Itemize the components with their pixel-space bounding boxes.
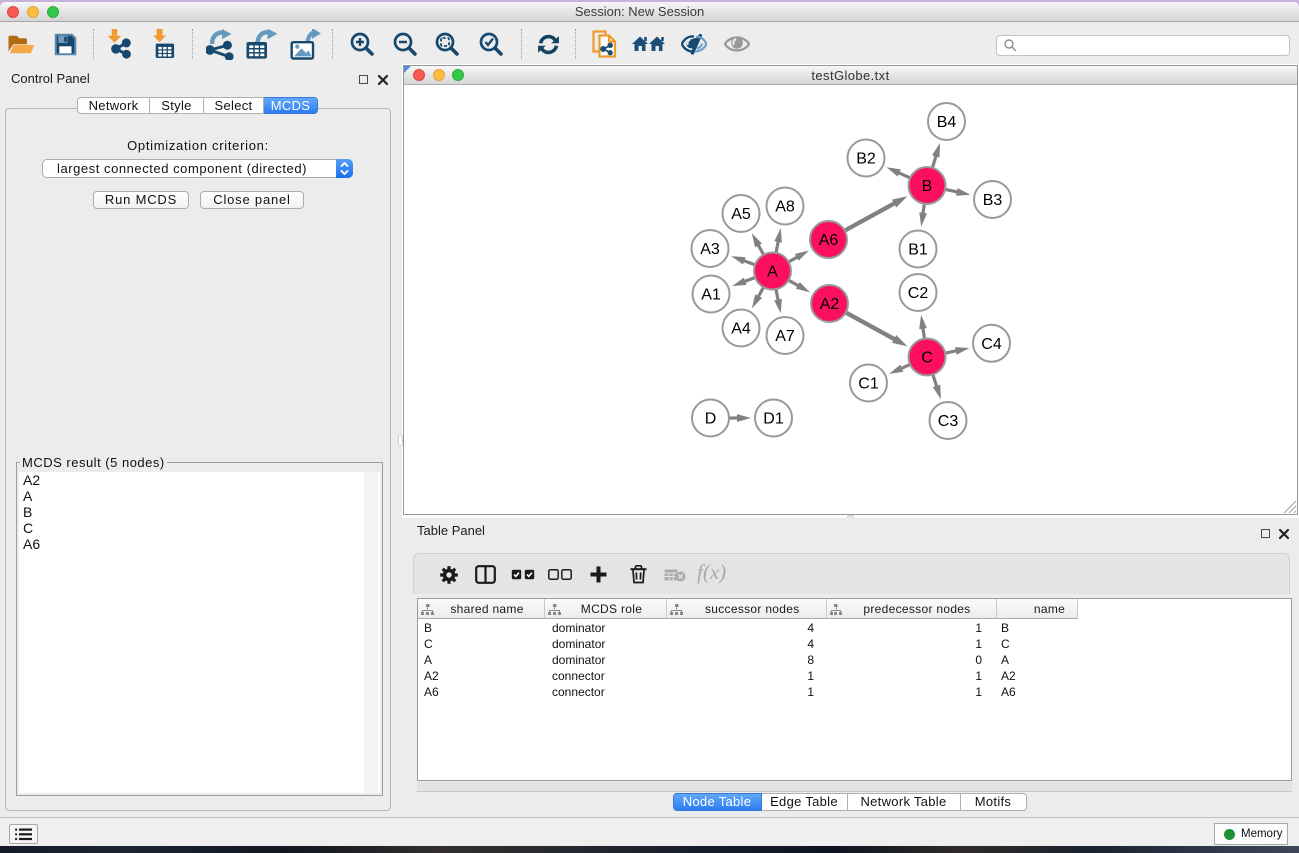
svg-text:B2: B2 — [856, 150, 876, 167]
svg-text:A5: A5 — [731, 206, 751, 223]
svg-text:A7: A7 — [775, 328, 795, 345]
svg-text:A3: A3 — [700, 241, 720, 258]
svg-text:A2: A2 — [820, 296, 840, 313]
svg-text:C4: C4 — [981, 335, 1002, 352]
svg-text:A6: A6 — [819, 232, 839, 249]
svg-text:A1: A1 — [701, 286, 721, 303]
svg-text:B1: B1 — [908, 241, 928, 258]
svg-text:A: A — [767, 263, 778, 280]
svg-text:C1: C1 — [858, 375, 879, 392]
svg-text:C2: C2 — [908, 285, 929, 302]
svg-text:C3: C3 — [938, 413, 959, 430]
svg-text:A8: A8 — [775, 198, 795, 215]
svg-text:B4: B4 — [937, 114, 957, 131]
svg-text:D: D — [705, 410, 717, 427]
svg-text:A4: A4 — [731, 320, 751, 337]
svg-text:B: B — [922, 178, 933, 195]
svg-text:B3: B3 — [983, 192, 1003, 209]
svg-text:C: C — [921, 349, 933, 366]
svg-text:D1: D1 — [763, 410, 784, 427]
